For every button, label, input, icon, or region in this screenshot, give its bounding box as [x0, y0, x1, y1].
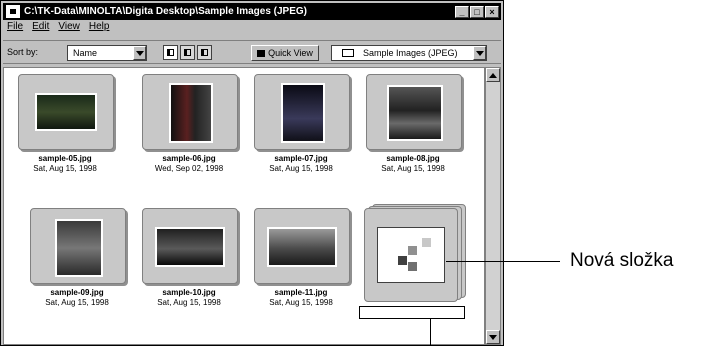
scroll-down-arrow[interactable] — [486, 330, 500, 344]
scroll-up-arrow[interactable] — [486, 68, 500, 82]
thumbnail-image — [281, 83, 325, 143]
thumbnail-image — [387, 85, 443, 141]
thumbnail-caption: sample-08.jpg Sat, Aug 15, 1998 — [358, 154, 468, 173]
folder-icon — [342, 49, 354, 57]
menu-file[interactable]: File — [7, 21, 23, 36]
app-window: C:\TK-Data\MINOLTA\Digita Desktop\Sample… — [0, 0, 504, 346]
large-icons-view-button[interactable] — [163, 45, 178, 60]
thumbnail-caption: sample-09.jpg Sat, Aug 15, 1998 — [22, 288, 132, 307]
thumbnail-tile[interactable] — [366, 74, 462, 150]
thumbnail-caption: sample-11.jpg Sat, Aug 15, 1998 — [246, 288, 356, 307]
thumbnail-image — [169, 83, 213, 143]
maximize-button[interactable]: □ — [470, 5, 484, 18]
sort-label: Sort by: — [7, 47, 39, 57]
menu-edit[interactable]: Edit — [32, 21, 49, 36]
thumbnail-image — [267, 227, 337, 267]
new-folder-callout: Nová složka — [570, 250, 674, 271]
folder-select[interactable]: Sample Images (JPEG) — [331, 45, 487, 61]
file-date: Sat, Aug 15, 1998 — [269, 298, 333, 307]
new-folder-name-input[interactable] — [359, 306, 465, 319]
vertical-scrollbar[interactable] — [485, 67, 501, 345]
toolbar: Sort by: Name Quick View Sample Images (… — [3, 40, 501, 64]
chevron-down-icon[interactable] — [473, 46, 486, 60]
thumbnail-tile[interactable] — [254, 208, 350, 284]
thumbnail-tile[interactable] — [30, 208, 126, 284]
file-name: sample-07.jpg — [274, 154, 328, 163]
list-icon — [201, 49, 208, 56]
thumbnail-caption: sample-10.jpg Sat, Aug 15, 1998 — [134, 288, 244, 307]
minimize-button[interactable]: _ — [455, 5, 469, 18]
thumbnail-tile[interactable] — [142, 74, 238, 150]
sort-select-value: Name — [73, 48, 98, 58]
sort-select[interactable]: Name — [67, 45, 147, 61]
chevron-down-icon[interactable] — [133, 46, 146, 60]
new-folder-tile[interactable] — [364, 208, 458, 302]
file-name: sample-10.jpg — [162, 288, 216, 297]
window-title: C:\TK-Data\MINOLTA\Digita Desktop\Sample… — [24, 6, 308, 17]
title-bar[interactable]: C:\TK-Data\MINOLTA\Digita Desktop\Sample… — [3, 3, 501, 20]
quick-view-label: Quick View — [268, 48, 313, 58]
thumbnail-caption: sample-06.jpg Wed, Sep 02, 1998 — [134, 154, 244, 173]
file-date: Sat, Aug 15, 1998 — [269, 164, 333, 173]
thumbnail-caption: sample-05.jpg Sat, Aug 15, 1998 — [10, 154, 120, 173]
thumbnail-image — [55, 219, 103, 277]
large-icons-icon — [167, 49, 174, 56]
callout-line-vertical — [430, 318, 431, 346]
file-name: sample-08.jpg — [386, 154, 440, 163]
thumbnail-tile[interactable] — [254, 74, 350, 150]
file-name: sample-11.jpg — [274, 288, 328, 297]
folder-select-value: Sample Images (JPEG) — [363, 48, 458, 58]
thumbnail-caption: sample-07.jpg Sat, Aug 15, 1998 — [246, 154, 356, 173]
small-icons-view-button[interactable] — [180, 45, 195, 60]
file-date: Sat, Aug 15, 1998 — [157, 298, 221, 307]
file-date: Sat, Aug 15, 1998 — [33, 164, 97, 173]
callout-line-horizontal — [446, 261, 560, 262]
file-name: sample-05.jpg — [38, 154, 92, 163]
menu-bar: File Edit View Help — [3, 21, 109, 36]
quick-view-button[interactable]: Quick View — [251, 45, 319, 61]
list-view-button[interactable] — [197, 45, 212, 60]
thumbnail-view[interactable]: sample-05.jpg Sat, Aug 15, 1998 sample-0… — [3, 67, 485, 345]
file-date: Sat, Aug 15, 1998 — [381, 164, 445, 173]
app-icon[interactable] — [6, 5, 20, 18]
file-date: Sat, Aug 15, 1998 — [45, 298, 109, 307]
thumbnail-tile[interactable] — [18, 74, 114, 150]
quick-view-icon — [257, 49, 266, 57]
file-name: sample-09.jpg — [50, 288, 104, 297]
thumbnail-image — [35, 93, 97, 131]
new-folder-icon — [377, 227, 445, 283]
small-icons-icon — [184, 49, 191, 56]
file-date: Wed, Sep 02, 1998 — [154, 164, 224, 173]
menu-view[interactable]: View — [58, 21, 80, 36]
file-name: sample-06.jpg — [162, 154, 216, 163]
thumbnail-image — [155, 227, 225, 267]
menu-help[interactable]: Help — [89, 21, 110, 36]
close-button[interactable]: × — [485, 5, 499, 18]
thumbnail-tile[interactable] — [142, 208, 238, 284]
